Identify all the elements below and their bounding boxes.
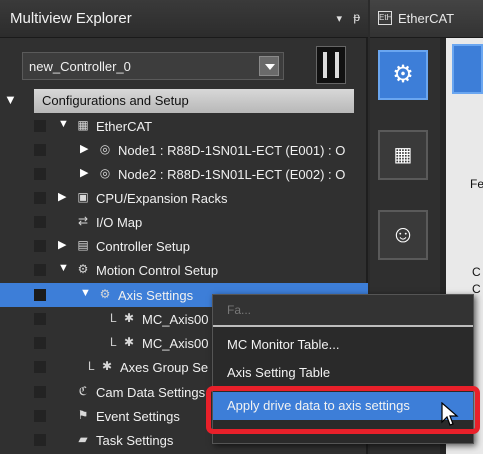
row-marker: [34, 240, 46, 252]
tree-item-label: Axis Settings: [118, 288, 194, 303]
tree-item-label: Event Settings: [96, 409, 180, 424]
tree-item-ethercat[interactable]: ▼ ▦ EtherCAT: [0, 114, 368, 138]
ethercat-icon: EtH: [378, 11, 392, 25]
tree-item-label: I/O Map: [96, 215, 143, 230]
tree-item-io-map[interactable]: ⇄ I/O Map: [0, 210, 368, 234]
explorer-title: Multiview Explorer: [10, 10, 132, 27]
tree-connector: L: [110, 335, 117, 349]
row-marker: [34, 313, 46, 325]
tree-connector: L: [88, 359, 95, 373]
tree-item-label: MC_Axis00: [142, 312, 209, 327]
auto-hide-icon[interactable]: ᵽ: [353, 10, 360, 24]
face-tool-button[interactable]: ☺: [378, 210, 428, 260]
expand-arrow-icon[interactable]: ▶: [80, 142, 88, 155]
row-marker: [34, 337, 46, 349]
menu-item-label: MC Monitor Table...: [227, 337, 340, 352]
row-marker: [34, 434, 46, 446]
controller-device-icon[interactable]: [316, 46, 346, 84]
controller-setup-icon: ▤: [77, 238, 89, 252]
axis-icon: ✱: [123, 311, 135, 325]
tree-item-label: Cam Data Settings: [96, 385, 206, 400]
network-grid-icon: ▦: [393, 144, 413, 166]
search-gear-tool-button[interactable]: ⚙: [378, 50, 428, 100]
row-marker: [34, 144, 46, 156]
tree-item-motion-control-setup[interactable]: ▼ ⚙ Motion Control Setup: [0, 258, 368, 282]
event-icon: ⚑: [77, 408, 89, 422]
menu-item-mc-monitor-table[interactable]: MC Monitor Table...: [213, 331, 473, 359]
expand-arrow-icon[interactable]: ▼: [58, 262, 69, 274]
row-marker: [34, 361, 46, 373]
configurations-and-setup-header[interactable]: ▼ Configurations and Setup: [0, 88, 355, 114]
row-marker: [34, 192, 46, 204]
node-icon: ◎: [99, 142, 111, 156]
editor-text-fe: Fe: [470, 177, 483, 191]
menu-item-label: Axis Setting Table: [227, 365, 331, 380]
io-map-icon: ⇄: [77, 214, 89, 228]
tab-label: EtherCAT: [398, 11, 455, 26]
tree-item-label: Axes Group Se: [120, 360, 209, 375]
row-marker: [34, 264, 46, 276]
face-icon: ☺: [390, 221, 416, 248]
explorer-titlebar: Multiview Explorer ▾ ᵽ: [0, 0, 368, 38]
ethercat-icon: ▦: [77, 118, 89, 132]
network-tool-button[interactable]: ▦: [378, 130, 428, 180]
expand-arrow-icon[interactable]: ▼: [80, 287, 91, 299]
context-menu-header: Fa...: [213, 295, 473, 327]
tree-connector: L: [110, 311, 117, 325]
tree-item-label: Controller Setup: [96, 239, 190, 254]
tree-item-label: Task Settings: [96, 433, 174, 448]
tree-item-label: Node1 : R88D-1SN01L-ECT (E001) : O: [118, 143, 346, 158]
axis-settings-icon: ⚙: [99, 287, 111, 301]
motion-control-icon: ⚙: [77, 262, 89, 276]
task-icon: ▰: [78, 432, 88, 446]
tree-item-label: EtherCAT: [96, 119, 153, 134]
tree-item-node1[interactable]: ▶ ◎ Node1 : R88D-1SN01L-ECT (E001) : O: [0, 138, 368, 162]
tree-item-label: MC_Axis00: [142, 336, 209, 351]
chevron-down-icon[interactable]: [259, 56, 279, 76]
tree-item-label: Motion Control Setup: [96, 263, 219, 278]
tree-item-label: CPU/Expansion Racks: [96, 191, 228, 206]
tree-item-label: Node2 : R88D-1SN01L-ECT (E002) : O: [118, 167, 346, 182]
row-marker: [34, 386, 46, 398]
tree-item-node2[interactable]: ▶ ◎ Node2 : R88D-1SN01L-ECT (E002) : O: [0, 162, 368, 186]
tree-item-controller-setup[interactable]: ▶ ▤ Controller Setup: [0, 234, 368, 258]
tab-ethercat[interactable]: EtH EtherCAT: [370, 0, 483, 38]
controller-select-value: new_Controller_0: [29, 59, 131, 74]
editor-tool-button[interactable]: [452, 44, 483, 94]
context-menu-header-text: Fa...: [227, 303, 252, 317]
rack-icon: ▣: [77, 190, 89, 204]
highlight-annotation: [206, 386, 480, 434]
tree-item-cpu-expansion-racks[interactable]: ▶ ▣ CPU/Expansion Racks: [0, 186, 368, 210]
pin-icon[interactable]: ▾: [336, 12, 342, 25]
axes-group-icon: ✱: [101, 359, 113, 373]
row-marker: [34, 168, 46, 180]
editor-text-c1: C: [472, 265, 481, 279]
configurations-and-setup-label: Configurations and Setup: [34, 89, 354, 113]
axis-icon: ✱: [123, 335, 135, 349]
controller-select[interactable]: new_Controller_0: [22, 52, 284, 80]
expand-arrow-icon[interactable]: ▶: [58, 190, 66, 203]
row-marker: [34, 410, 46, 422]
expand-arrow-icon[interactable]: ▼: [58, 118, 69, 130]
row-marker: [34, 216, 46, 228]
menu-item-axis-setting-table[interactable]: Axis Setting Table: [213, 359, 473, 387]
expand-arrow-icon[interactable]: ▶: [80, 166, 88, 179]
row-marker: [34, 120, 46, 132]
gear-search-icon: ⚙: [392, 61, 414, 88]
expand-arrow-icon[interactable]: ▼: [4, 92, 17, 107]
expand-arrow-icon[interactable]: ▶: [58, 238, 66, 251]
row-marker: [34, 289, 46, 301]
node-icon: ◎: [99, 166, 111, 180]
cam-icon: ℭ: [78, 384, 88, 398]
